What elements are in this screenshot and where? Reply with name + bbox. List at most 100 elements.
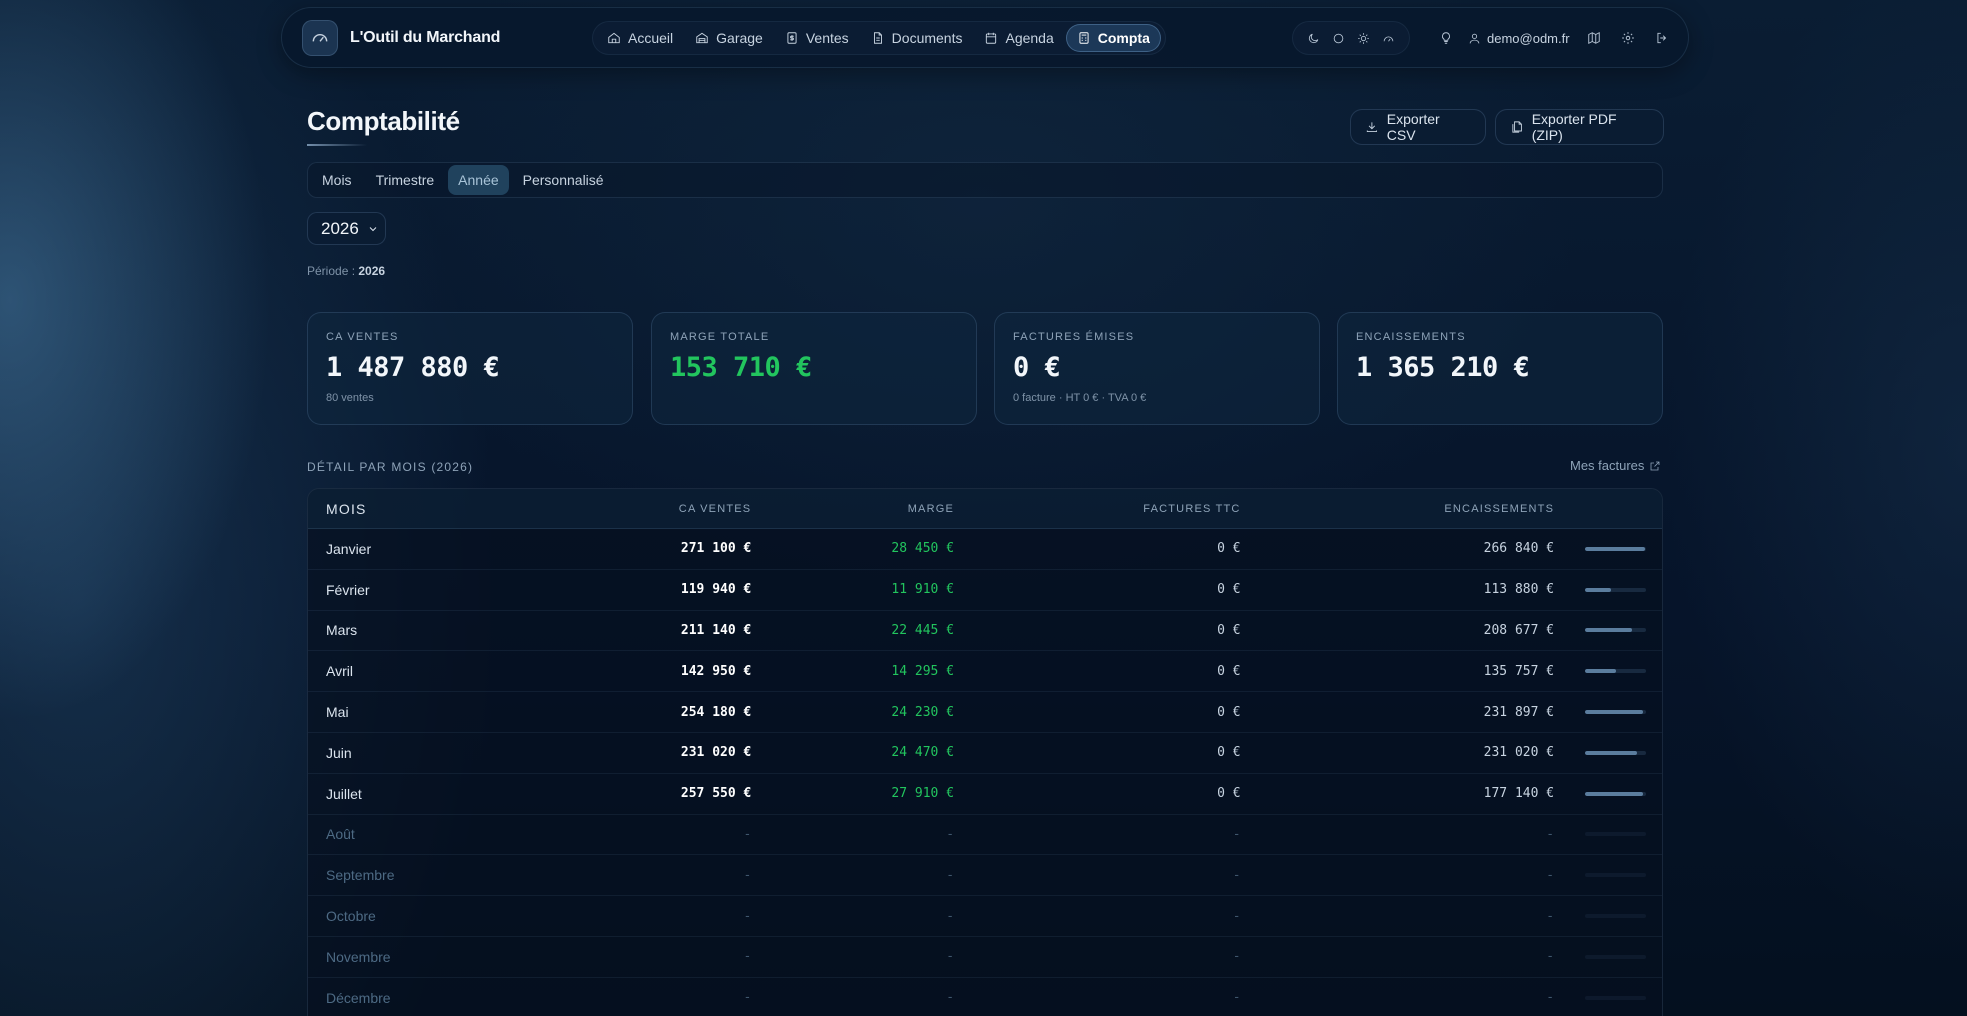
row-encaissement-bar	[1554, 750, 1662, 755]
bar-fill	[1585, 546, 1645, 551]
nav-item-agenda[interactable]: Agenda	[974, 24, 1063, 52]
row-encaissement-bar	[1554, 791, 1662, 796]
row-encaissements: 113 880 €	[1483, 582, 1555, 598]
row-month: Mai	[326, 704, 349, 721]
table-row[interactable]: Juillet 257 550 € 27 910 € 0 € 177 140 €	[308, 774, 1662, 815]
row-factures-ttc: 0 €	[1217, 786, 1241, 802]
user-account[interactable]: demo@odm.fr	[1468, 31, 1570, 46]
row-marge: -	[946, 867, 955, 883]
row-factures-ttc: 0 €	[1217, 663, 1241, 679]
bar-fill	[1585, 669, 1616, 674]
nav-item-documents[interactable]: Documents	[861, 24, 973, 52]
row-marge: 27 910 €	[891, 786, 955, 802]
row-encaissement-bar	[1554, 954, 1662, 959]
row-ca-ventes: 142 950 €	[680, 663, 752, 679]
bar-track	[1585, 995, 1647, 1000]
logout-icon[interactable]	[1652, 28, 1672, 48]
card-label: CA VENTES	[326, 331, 399, 343]
table-row[interactable]: Novembre - - - -	[308, 937, 1662, 978]
card-encaissements: ENCAISSEMENTS 1 365 210 €	[1337, 312, 1663, 425]
file-stack-icon	[1512, 121, 1522, 133]
table-row[interactable]: Avril 142 950 € 14 295 € 0 € 135 757 €	[308, 651, 1662, 693]
nav-item-label: Ventes	[805, 30, 849, 46]
tab-annee[interactable]: Année	[448, 165, 509, 195]
year-select[interactable]: 2026	[307, 212, 386, 245]
header-marge: MARGE	[907, 502, 955, 515]
export-pdf-label: Exporter PDF (ZIP)	[1531, 111, 1617, 143]
map-icon[interactable]	[1584, 28, 1604, 48]
chevron-down-icon	[369, 226, 377, 231]
row-encaissements: -	[1546, 826, 1555, 842]
section-title: DÉTAIL PAR MOIS (2026)	[307, 460, 474, 474]
brand[interactable]: L'Outil du Marchand	[302, 20, 500, 56]
row-factures-ttc: -	[1232, 990, 1241, 1006]
header-mois: MOIS	[326, 500, 367, 517]
row-month: Octobre	[326, 908, 376, 925]
main-nav: Accueil Garage Ventes Documents Agenda C…	[592, 21, 1166, 55]
table-row[interactable]: Septembre - - - -	[308, 855, 1662, 897]
row-encaissements: 135 757 €	[1483, 663, 1555, 679]
row-encaissements: -	[1546, 908, 1555, 924]
row-ca-ventes: -	[743, 867, 752, 883]
row-ca-ventes: 211 140 €	[680, 622, 752, 638]
card-label: MARGE TOTALE	[670, 331, 770, 343]
row-month: Août	[326, 826, 355, 843]
nav-item-accueil[interactable]: Accueil	[597, 24, 683, 52]
row-marge: -	[946, 990, 955, 1006]
page: L'Outil du Marchand Accueil Garage Vente…	[0, 0, 1967, 1016]
receipt-icon	[787, 32, 797, 44]
export-pdf-button[interactable]: Exporter PDF (ZIP)	[1495, 109, 1664, 145]
header-ca-ventes: CA VENTES	[678, 502, 752, 515]
brand-name: L'Outil du Marchand	[350, 29, 501, 46]
title-underline	[307, 144, 367, 146]
row-month: Juillet	[326, 785, 362, 802]
table-row[interactable]: Février 119 940 € 11 910 € 0 € 113 880 €	[308, 570, 1662, 611]
download-icon	[1366, 122, 1377, 133]
row-marge: -	[946, 826, 955, 842]
nav-item-compta[interactable]: Compta	[1065, 24, 1161, 52]
gauge-icon[interactable]	[1379, 28, 1399, 48]
row-ca-ventes: -	[743, 949, 752, 965]
row-marge: 24 230 €	[891, 704, 955, 720]
nav-item-label: Agenda	[1005, 30, 1054, 46]
table-row[interactable]: Mai 254 180 € 24 230 € 0 € 231 897 €	[308, 692, 1662, 733]
row-encaissement-bar	[1554, 669, 1662, 674]
row-encaissements: 208 677 €	[1483, 622, 1555, 638]
table-header: MOIS CA VENTES MARGE FACTURES TTC ENCAIS…	[308, 489, 1662, 529]
row-encaissement-bar	[1554, 914, 1662, 919]
mes-factures-link[interactable]: Mes factures	[1570, 458, 1661, 473]
table-row[interactable]: Décembre - - - -	[308, 978, 1662, 1016]
bar-track	[1585, 791, 1647, 796]
tab-personnalise[interactable]: Personnalisé	[513, 165, 614, 195]
row-factures-ttc: -	[1232, 826, 1241, 842]
bar-fill	[1585, 791, 1644, 796]
nav-item-garage[interactable]: Garage	[685, 24, 773, 52]
moon-icon[interactable]	[1304, 28, 1324, 48]
gear-icon[interactable]	[1618, 28, 1638, 48]
row-month: Mars	[326, 622, 358, 639]
row-ca-ventes: -	[743, 990, 752, 1006]
table-row[interactable]: Janvier 271 100 € 28 450 € 0 € 266 840 €	[308, 529, 1662, 570]
export-csv-button[interactable]: Exporter CSV	[1350, 109, 1486, 145]
table-row[interactable]: Octobre - - - -	[308, 896, 1662, 937]
table-body: Janvier 271 100 € 28 450 € 0 € 266 840 € Févr…	[308, 529, 1662, 1016]
sun-icon[interactable]	[1354, 28, 1374, 48]
row-encaissement-bar	[1554, 587, 1662, 592]
circle-icon[interactable]	[1329, 28, 1349, 48]
row-month: Janvier	[326, 540, 372, 557]
nav-item-ventes[interactable]: Ventes	[775, 24, 859, 52]
row-encaissements: -	[1546, 867, 1555, 883]
tab-mois[interactable]: Mois	[312, 165, 362, 195]
period-tabs: Mois Trimestre Année Personnalisé	[307, 162, 1663, 198]
row-marge: -	[946, 908, 955, 924]
bar-track	[1585, 546, 1647, 551]
bar-track	[1585, 669, 1647, 674]
table-row[interactable]: Juin 231 020 € 24 470 € 0 € 231 020 €	[308, 733, 1662, 774]
row-encaissements: 231 897 €	[1483, 704, 1555, 720]
period-label: Période :	[307, 264, 356, 278]
table-row[interactable]: Mars 211 140 € 22 445 € 0 € 208 677 €	[308, 611, 1662, 652]
lightbulb-icon[interactable]	[1436, 28, 1456, 48]
row-factures-ttc: -	[1232, 908, 1241, 924]
table-row[interactable]: Août - - - -	[308, 815, 1662, 856]
tab-trimestre[interactable]: Trimestre	[366, 165, 445, 195]
